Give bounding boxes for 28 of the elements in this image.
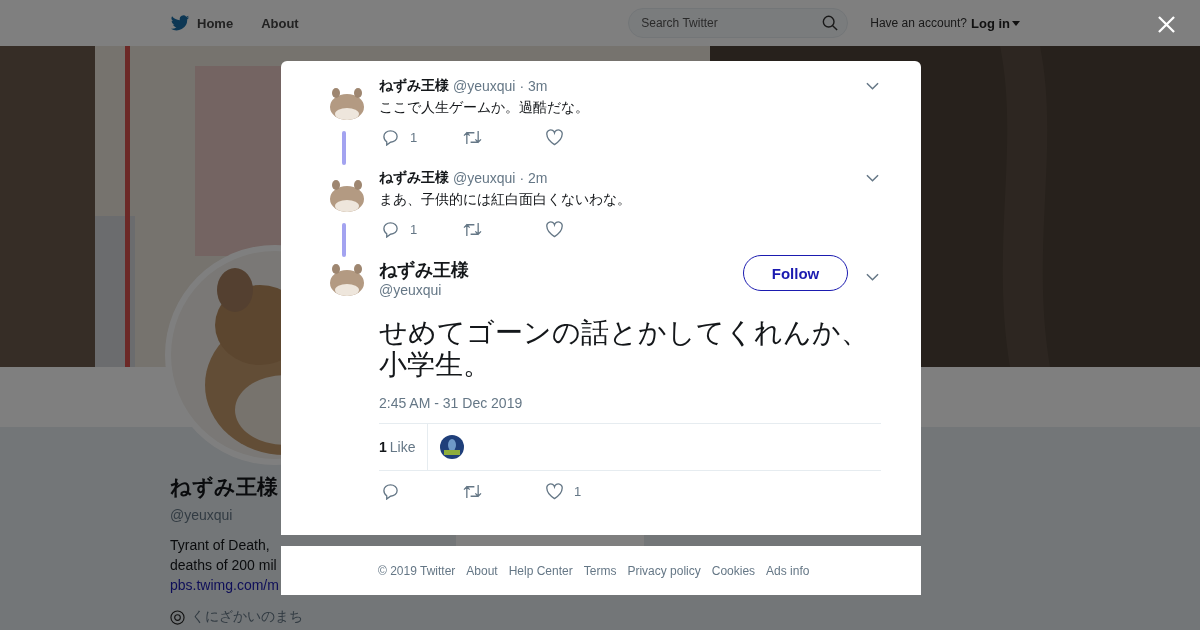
profile-handle: @yeuxqui [170,507,234,523]
profile-bio-line: Tyrant of Death, [170,536,270,555]
reply-icon[interactable] [381,482,400,500]
location-icon [170,609,185,625]
footer-link[interactable]: Help Center [508,563,573,578]
profile-location: くにざかいのまち [191,608,303,626]
footer-link[interactable]: Terms [583,563,617,578]
retweet-icon[interactable] [463,482,482,500]
search-icon[interactable] [822,15,839,31]
bird-icon[interactable] [170,14,190,32]
tweet-timestamp[interactable]: 2:45 AM - 31 Dec 2019 [379,395,881,411]
close-icon[interactable] [1158,16,1175,33]
about-link[interactable]: About [261,15,299,31]
home-link[interactable]: Home [197,15,234,31]
account-prompt: Have an account? [870,16,967,30]
footer-link[interactable]: Privacy policy [627,563,701,578]
footer-link[interactable]: About [466,563,498,578]
profile-name: ねずみ王様 [170,474,278,501]
like-count: 1 [574,483,582,499]
heart-icon[interactable] [545,482,564,500]
search-field[interactable]: Search Twitter [628,8,849,38]
footer-link[interactable]: Cookies [711,563,756,578]
login-link[interactable]: Log in [971,15,1020,31]
caret-icon [1012,20,1020,26]
likes-count[interactable]: 1 Like [379,424,428,470]
footer-link[interactable]: Ads info [766,563,810,578]
footer-link[interactable]: © 2019 Twitter [378,563,456,578]
profile-bio-line: deaths of 200 mil [170,556,277,575]
